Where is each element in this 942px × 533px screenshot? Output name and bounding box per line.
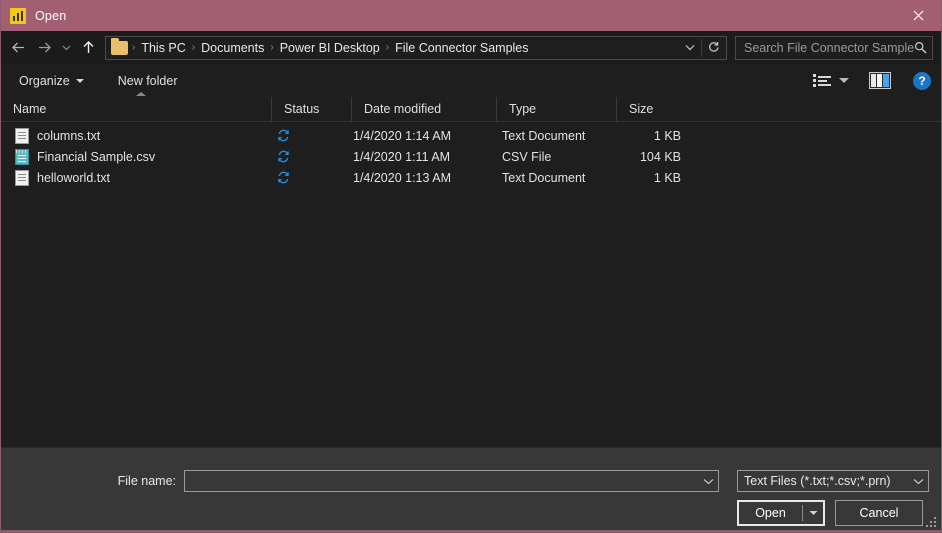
folder-icon [111, 37, 128, 55]
power-bi-icon [10, 7, 26, 24]
breadcrumb-item-file-connector-samples[interactable]: File Connector Samples [390, 37, 533, 59]
file-type-filter-value: Text Files (*.txt;*.csv;*.prn) [744, 474, 891, 488]
text-file-icon [15, 127, 29, 144]
csv-file-icon [15, 148, 29, 165]
new-folder-button[interactable]: New folder [112, 70, 184, 92]
breadcrumb-item-this-pc[interactable]: This PC [136, 37, 190, 59]
list-view-icon[interactable] [813, 74, 831, 87]
file-status-cell [271, 150, 351, 163]
file-type-filter-select[interactable]: Text Files (*.txt;*.csv;*.prn) [737, 470, 929, 492]
file-size-cell: 1 KB [653, 170, 681, 185]
dialog-footer: File name: Text Files (*.txt;*.csv;*.prn… [1, 447, 941, 530]
column-header-status[interactable]: Status [271, 97, 351, 121]
new-folder-label: New folder [117, 73, 178, 88]
table-row[interactable]: helloworld.txt 1/4/2020 1:13 AM Text Doc… [1, 167, 941, 188]
file-type-cell: Text Document [502, 170, 586, 185]
text-file-icon [15, 169, 29, 186]
view-icon-dots [813, 74, 816, 87]
forward-arrow-icon[interactable] [31, 35, 57, 61]
address-bar[interactable]: › This PC › Documents › Power BI Desktop… [105, 35, 727, 60]
file-type-cell: Text Document [502, 128, 586, 143]
view-options-chevron-down-icon[interactable] [839, 78, 849, 83]
organize-label: Organize [19, 73, 70, 88]
search-box[interactable]: Search File Connector Samples [735, 35, 933, 60]
file-date-cell: 1/4/2020 1:14 AM [353, 128, 451, 143]
file-size-cell: 104 KB [639, 149, 681, 164]
title-bar: Open [1, 0, 941, 31]
sync-pending-icon [277, 150, 290, 163]
open-file-dialog: Open › This PC › Documents › Power BI De… [0, 0, 942, 533]
sync-pending-icon [277, 171, 290, 184]
open-button[interactable]: Open [737, 500, 825, 526]
resize-grip[interactable] [925, 516, 936, 527]
file-status-cell [271, 171, 351, 184]
open-dropdown-chevron-down-icon[interactable] [803, 510, 823, 516]
chevron-down-icon [75, 78, 84, 83]
column-header-size[interactable]: Size [616, 97, 696, 121]
up-arrow-icon[interactable] [75, 35, 101, 61]
search-input[interactable]: Search File Connector Samples [744, 41, 914, 55]
chevron-down-icon[interactable] [909, 478, 924, 485]
sync-pending-icon [277, 129, 290, 142]
breadcrumb-item-documents[interactable]: Documents [196, 37, 269, 59]
file-name-cell[interactable]: helloworld.txt [1, 169, 271, 186]
table-row[interactable]: Financial Sample.csv 1/4/2020 1:11 AM CS… [1, 146, 941, 167]
column-header-date-modified[interactable]: Date modified [351, 97, 496, 121]
cancel-button-label: Cancel [859, 506, 899, 520]
file-date-cell: 1/4/2020 1:13 AM [353, 170, 451, 185]
file-name-input[interactable] [184, 470, 719, 492]
column-headers: Name Status Date modified Type Size [1, 92, 941, 122]
column-header-type-label: Type [509, 102, 537, 116]
file-date-cell: 1/4/2020 1:11 AM [353, 149, 451, 164]
file-name-label: helloworld.txt [37, 170, 110, 185]
file-name-label: columns.txt [37, 128, 101, 143]
chevron-down-icon[interactable] [699, 478, 714, 485]
help-icon[interactable]: ? [913, 71, 931, 90]
navigation-bar: › This PC › Documents › Power BI Desktop… [1, 31, 941, 64]
column-header-type[interactable]: Type [496, 97, 616, 121]
file-type-cell: CSV File [502, 149, 552, 164]
sort-ascending-icon [136, 92, 146, 96]
column-header-name[interactable]: Name [1, 92, 271, 121]
file-name-cell[interactable]: columns.txt [1, 127, 271, 144]
chevron-down-icon[interactable] [679, 37, 701, 59]
recent-locations-chevron-icon[interactable] [57, 35, 75, 61]
view-icon-lines [818, 75, 831, 86]
file-name-row: File name: [1, 470, 719, 492]
file-size-cell: 1 KB [653, 128, 681, 143]
column-header-date-label: Date modified [364, 102, 442, 116]
window-title: Open [35, 8, 67, 23]
column-header-status-label: Status [284, 102, 320, 116]
file-name-cell[interactable]: Financial Sample.csv [1, 148, 271, 165]
back-arrow-icon[interactable] [5, 35, 31, 61]
file-name-label: File name: [117, 474, 176, 488]
search-icon [914, 41, 927, 54]
file-list[interactable]: columns.txt 1/4/2020 1:14 AM Text Docume… [1, 122, 941, 447]
cancel-button[interactable]: Cancel [835, 500, 923, 526]
column-header-name-label: Name [13, 102, 47, 116]
file-status-cell [271, 129, 351, 142]
dialog-buttons: Open Cancel [737, 500, 923, 526]
file-name-label: Financial Sample.csv [37, 149, 156, 164]
preview-pane-icon[interactable] [869, 72, 891, 89]
close-icon[interactable] [895, 0, 941, 31]
table-row[interactable]: columns.txt 1/4/2020 1:14 AM Text Docume… [1, 125, 941, 146]
refresh-icon[interactable] [702, 37, 724, 59]
organize-button[interactable]: Organize [13, 70, 90, 92]
open-button-label: Open [755, 506, 786, 520]
column-header-size-label: Size [629, 102, 654, 116]
breadcrumb-item-power-bi-desktop[interactable]: Power BI Desktop [275, 37, 385, 59]
